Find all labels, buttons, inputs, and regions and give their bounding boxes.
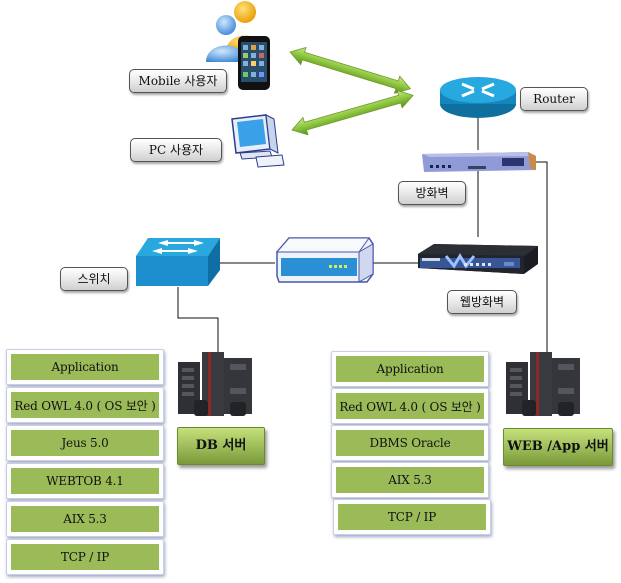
router-icon	[440, 77, 516, 118]
double-arrow-mobile-router	[289, 46, 412, 94]
db-server-software-stack: Application Red OWL 4.0 ( OS 보안 ) Jeus 5…	[6, 349, 164, 579]
stack-layer-label: AIX 5.3	[11, 506, 159, 532]
network-device-icon	[275, 237, 374, 283]
stack-layer-label: AIX 5.3	[336, 467, 484, 493]
stack-layer-label: TCP / IP	[11, 544, 159, 570]
stack-layer: Jeus 5.0	[6, 425, 164, 461]
router-label: Router	[520, 87, 588, 111]
desktop-pc-icon	[231, 114, 285, 168]
web-firewall-label: 웹방화벽	[447, 290, 517, 314]
stack-layer: Red OWL 4.0 ( OS 보안 )	[331, 388, 489, 424]
web-firewall-appliance-icon	[418, 244, 538, 274]
stack-layer-label: DBMS Oracle	[336, 430, 484, 456]
pc-user-label: PC 사용자	[130, 138, 222, 162]
stack-layer: WEBTOB 4.1	[6, 463, 164, 499]
web-app-server-software-stack: Application Red OWL 4.0 ( OS 보안 ) DBMS O…	[331, 351, 491, 541]
stack-layer: Application	[6, 349, 164, 385]
db-server-rack-icon	[178, 352, 252, 416]
firewall-label: 방화벽	[398, 181, 466, 205]
stack-layer: AIX 5.3	[6, 501, 164, 537]
stack-layer-label: Red OWL 4.0 ( OS 보안 )	[336, 393, 484, 419]
stack-layer: TCP / IP	[6, 539, 164, 575]
web-app-server-rack-icon	[506, 352, 580, 416]
stack-layer-label: TCP / IP	[338, 504, 486, 530]
stack-layer-label: Red OWL 4.0 ( OS 보안 )	[11, 392, 159, 418]
stack-layer-label: Jeus 5.0	[11, 430, 159, 456]
switch-label: 스위치	[60, 267, 128, 291]
stack-layer-label: Application	[11, 354, 159, 380]
stack-layer: TCP / IP	[333, 499, 491, 535]
network-switch-icon	[136, 238, 220, 286]
stack-layer: Application	[331, 351, 489, 387]
web-app-server-tag: WEB /App 서버	[503, 428, 613, 466]
stack-layer: AIX 5.3	[331, 462, 489, 498]
stack-layer: DBMS Oracle	[331, 425, 489, 461]
stack-layer-label: WEBTOB 4.1	[11, 468, 159, 494]
stack-layer: Red OWL 4.0 ( OS 보안 )	[6, 387, 164, 423]
double-arrow-pc-router	[291, 89, 414, 136]
mobile-user-label: Mobile 사용자	[129, 69, 227, 93]
firewall-appliance-icon	[422, 152, 536, 172]
db-server-tag: DB 서버	[177, 427, 265, 465]
stack-layer-label: Application	[336, 356, 484, 382]
